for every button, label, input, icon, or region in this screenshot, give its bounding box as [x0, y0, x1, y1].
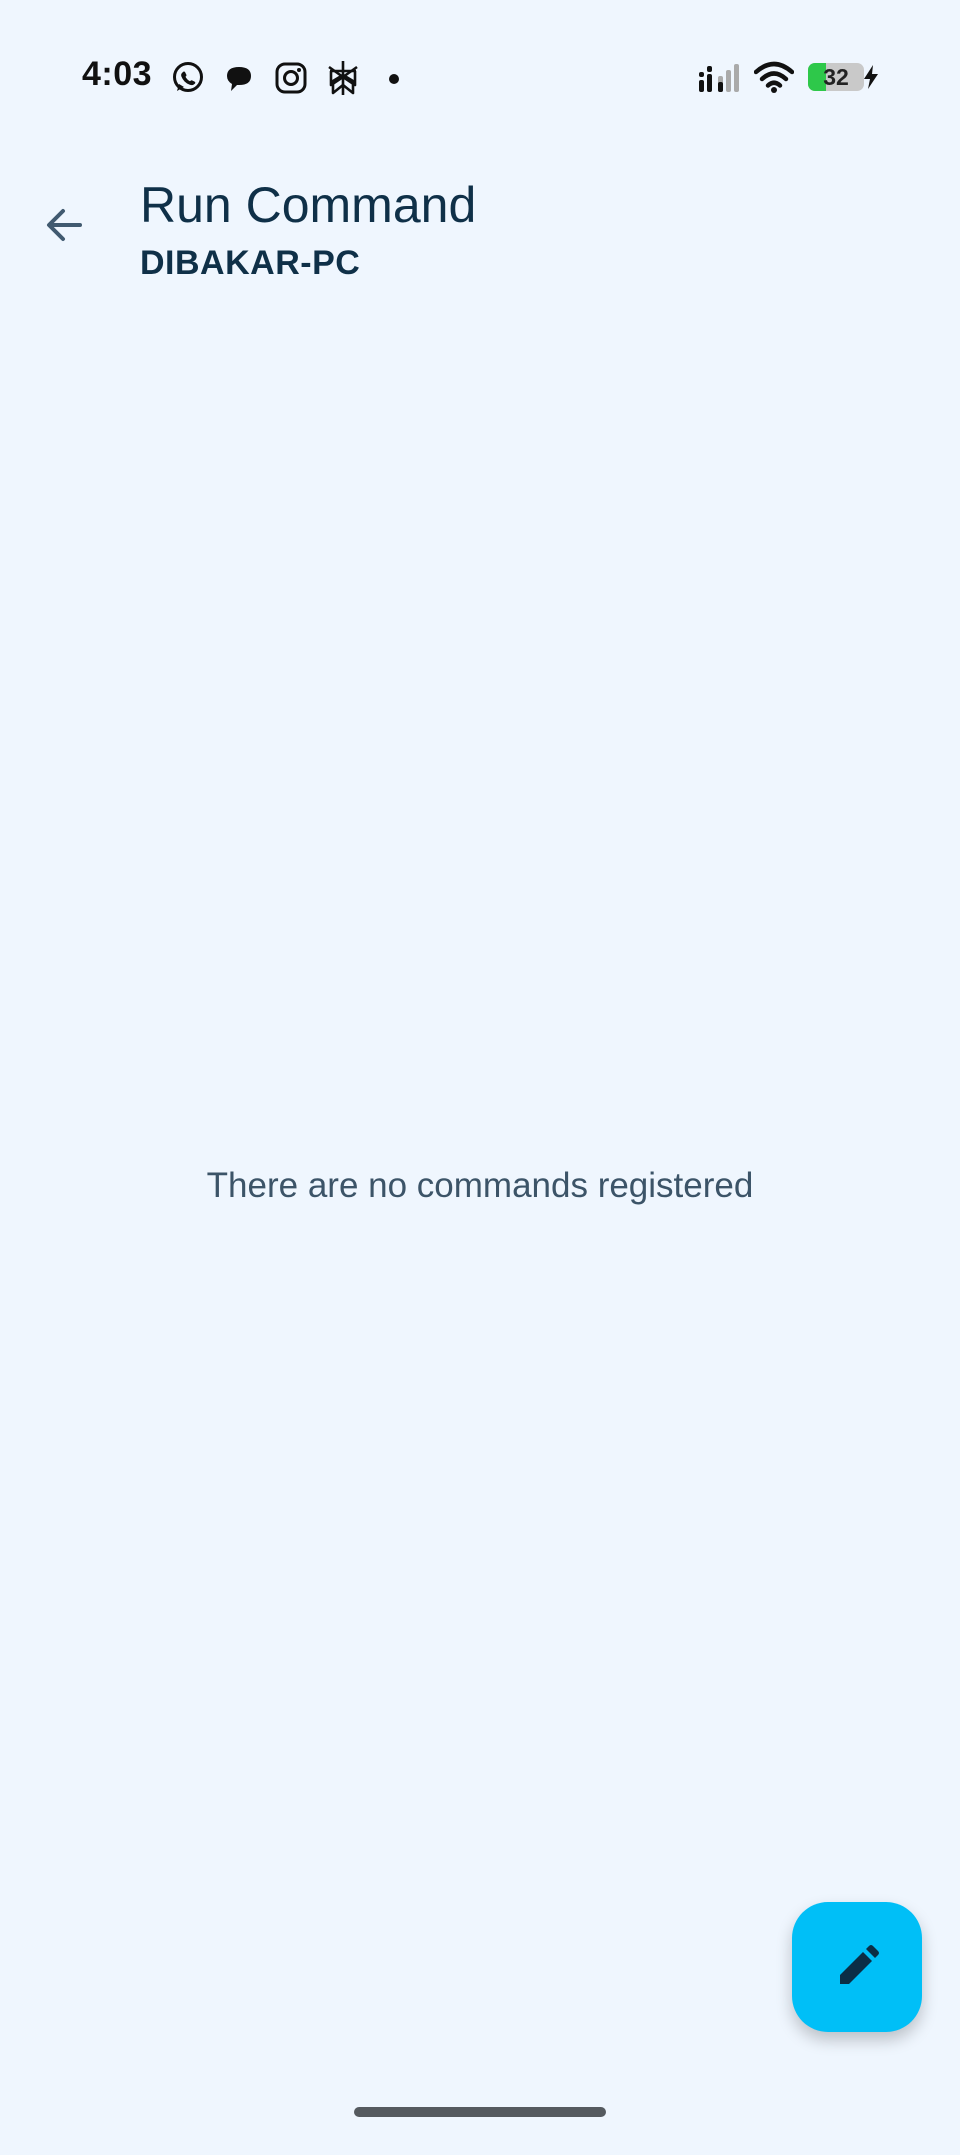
page-title: Run Command: [140, 177, 477, 233]
perplexity-icon: [325, 59, 361, 102]
gesture-navigation-bar[interactable]: [354, 2107, 606, 2117]
arrow-back-icon: [44, 204, 86, 246]
battery-level: 32: [823, 64, 849, 90]
status-time: 4:03: [82, 55, 153, 93]
pencil-icon: [834, 1944, 880, 1990]
empty-state-message: There are no commands registered: [206, 1166, 754, 1205]
status-bar: 4:03 32: [0, 0, 960, 150]
back-button[interactable]: [30, 190, 100, 260]
wifi-icon: [753, 60, 795, 99]
page-subtitle: DIBAKAR-PC: [140, 244, 361, 282]
more-notifications-dot-icon: [388, 72, 400, 90]
battery-indicator: 32: [808, 63, 864, 91]
edit-command-fab[interactable]: [792, 1902, 922, 2032]
chat-bubble-icon: [222, 62, 256, 101]
signal-icon: [698, 62, 742, 99]
instagram-icon: [274, 61, 308, 100]
whatsapp-icon: [170, 60, 206, 101]
bolt-icon: [862, 64, 880, 95]
